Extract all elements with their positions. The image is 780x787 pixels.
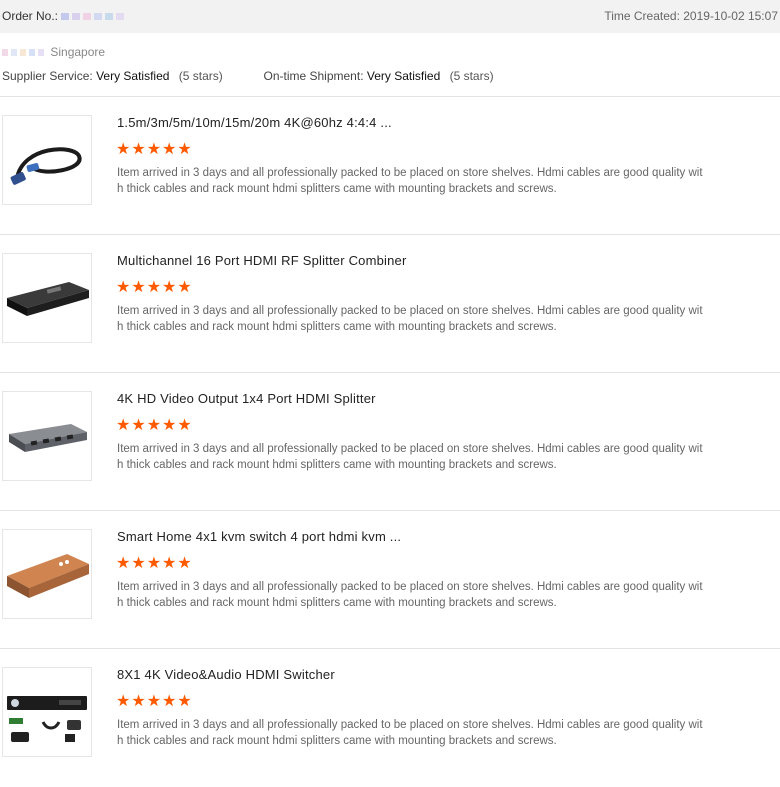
review-text: Item arrived in 3 days and all professio…: [117, 719, 703, 747]
star-rating: ★★★★★: [116, 555, 193, 572]
hdmi-switcher-kit-icon[interactable]: [2, 667, 92, 757]
review-item: 1.5m/3m/5m/10m/15m/20m 4K@60hz 4:4:4 ...…: [0, 97, 780, 235]
hdmi-cable-icon[interactable]: [2, 115, 92, 205]
order-number-label: Order No.:: [2, 9, 59, 23]
review-text: Item arrived in 3 days and all professio…: [117, 581, 703, 609]
star-rating: ★★★★★: [116, 279, 193, 296]
order-header-bar: Order No.: Time Created: 2019-10-02 15:0…: [0, 0, 780, 33]
review-text: Item arrived in 3 days and all professio…: [117, 305, 703, 333]
kvm-switch-icon[interactable]: [2, 529, 92, 619]
review-item: 8X1 4K Video&Audio HDMI Switcher ★★★★★ I…: [0, 649, 780, 787]
product-title[interactable]: 8X1 4K Video&Audio HDMI Switcher: [117, 667, 335, 682]
country-name: Singapore: [50, 45, 106, 59]
product-title[interactable]: 1.5m/3m/5m/10m/15m/20m 4K@60hz 4:4:4 ...: [117, 115, 392, 130]
supplier-service-label: Supplier Service:: [2, 69, 93, 83]
buyer-name-redacted: [2, 45, 50, 59]
product-title[interactable]: Smart Home 4x1 kvm switch 4 port hdmi kv…: [117, 529, 401, 544]
ontime-shipment-value: Very Satisfied: [366, 69, 441, 83]
ontime-shipment-label: On-time Shipment:: [263, 69, 364, 83]
ontime-shipment-stars: (5 stars): [449, 69, 494, 83]
time-created: Time Created: 2019-10-02 15:07: [604, 9, 778, 23]
review-item: 4K HD Video Output 1x4 Port HDMI Splitte…: [0, 373, 780, 511]
product-title[interactable]: 4K HD Video Output 1x4 Port HDMI Splitte…: [117, 391, 376, 406]
supplier-service-value: Very Satisfied: [96, 69, 170, 83]
store-ratings: Supplier Service: Very Satisfied (5 star…: [2, 69, 494, 83]
review-item: Smart Home 4x1 kvm switch 4 port hdmi kv…: [0, 511, 780, 649]
review-text: Item arrived in 3 days and all professio…: [117, 167, 703, 195]
review-text: Item arrived in 3 days and all professio…: [117, 443, 703, 471]
rack-splitter-icon[interactable]: [2, 253, 92, 343]
star-rating: ★★★★★: [116, 417, 193, 434]
buyer-country: Singapore: [2, 45, 105, 59]
star-rating: ★★★★★: [116, 693, 193, 710]
hdmi-splitter-icon[interactable]: [2, 391, 92, 481]
star-rating: ★★★★★: [116, 141, 193, 158]
product-title[interactable]: Multichannel 16 Port HDMI RF Splitter Co…: [117, 253, 407, 268]
supplier-service-stars: (5 stars): [178, 69, 223, 83]
review-item: Multichannel 16 Port HDMI RF Splitter Co…: [0, 235, 780, 373]
order-number-redacted: [61, 9, 127, 23]
order-number: Order No.:: [2, 9, 127, 23]
